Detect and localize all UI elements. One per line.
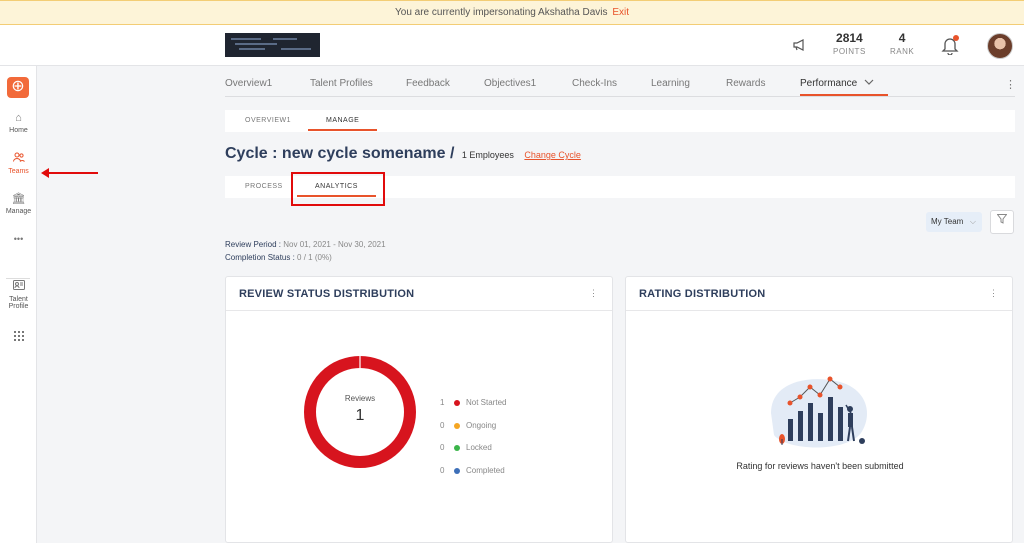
more-icon: ••• — [13, 234, 24, 244]
impersonation-banner: You are currently impersonating Akshatha… — [0, 0, 1024, 25]
legend-label: Ongoing — [466, 421, 497, 430]
sidebar-item-apps[interactable] — [0, 331, 37, 347]
completion-status-label: Completion Status : — [225, 253, 295, 262]
review-period-label: Review Period : — [225, 240, 282, 249]
legend-dot — [454, 468, 460, 474]
rank-stat: 4 RANK — [890, 31, 914, 56]
add-button[interactable]: ⊕ — [7, 77, 29, 98]
impersonation-text: You are currently impersonating Akshatha… — [395, 7, 608, 18]
main-tabs: Overview1 Talent Profiles Feedback Objec… — [225, 66, 1016, 97]
exit-impersonation-link[interactable]: Exit — [612, 7, 629, 18]
tab-talent-profiles[interactable]: Talent Profiles — [310, 78, 373, 89]
review-status-card: REVIEW STATUS DISTRIBUTION ⋮ Reviews 1 1… — [225, 276, 613, 543]
filter-icon — [996, 214, 1008, 224]
users-icon — [0, 152, 37, 165]
notification-dot — [953, 35, 959, 41]
sidebar-item-home[interactable]: ⌂ Home — [0, 112, 37, 134]
chevron-down-icon — [864, 79, 874, 85]
review-period: Review Period : Nov 01, 2021 - Nov 30, 2… — [225, 240, 386, 249]
points-value: 2814 — [836, 31, 863, 45]
tab-feedback[interactable]: Feedback — [406, 78, 450, 89]
tab-performance-label: Performance — [800, 78, 858, 89]
sidebar-item-talent-profile[interactable]: Talent Profile — [0, 280, 37, 310]
donut-center-value: 1 — [355, 407, 365, 424]
empty-state-illustration — [766, 373, 876, 453]
top-bar: 2814 POINTS 4 RANK — [0, 25, 1024, 66]
id-card-icon — [0, 280, 37, 293]
review-status-title: REVIEW STATUS DISTRIBUTION — [226, 277, 612, 311]
points-label: POINTS — [833, 47, 866, 56]
grid-icon — [0, 331, 37, 344]
annotation-highlight-box — [291, 172, 385, 206]
cycle-title: Cycle : new cycle somename / — [225, 145, 455, 162]
legend-label: Locked — [466, 443, 492, 452]
team-select[interactable]: My Team ⌵ — [926, 212, 982, 232]
legend-item-locked: 0 Locked — [440, 443, 580, 455]
card-menu-icon[interactable]: ⋮ — [589, 288, 598, 299]
team-select-value: My Team — [931, 217, 964, 226]
sidebar-item-label: Talent Profile — [8, 296, 29, 310]
legend-count: 0 — [440, 466, 445, 475]
rating-empty-message: Rating for reviews haven't been submitte… — [736, 461, 904, 471]
legend-item-not-started: 1 Not Started — [440, 398, 580, 410]
view-subtabs: OVERVIEW1 MANAGE — [225, 110, 1015, 132]
company-logo[interactable] — [225, 33, 320, 57]
home-icon: ⌂ — [15, 112, 22, 124]
legend-count: 0 — [440, 421, 445, 430]
sidebar: ⊕ ⌂ Home Teams 🏛 Manage ••• Talent Profi… — [0, 66, 37, 543]
legend-count: 0 — [440, 443, 445, 452]
tab-learning[interactable]: Learning — [651, 78, 690, 89]
rank-label: RANK — [890, 47, 915, 56]
subtab-overview1[interactable]: OVERVIEW1 — [245, 117, 291, 124]
sidebar-item-more[interactable]: ••• — [0, 234, 37, 244]
sidebar-item-label: Home — [9, 127, 28, 134]
legend-item-ongoing: 0 Ongoing — [440, 421, 580, 433]
plus-icon: ⊕ — [11, 78, 25, 95]
donut-center-label: Reviews — [344, 394, 376, 403]
announcement-icon[interactable] — [792, 38, 806, 55]
tab-performance[interactable]: Performance — [800, 78, 889, 96]
tab-rewards[interactable]: Rewards — [726, 78, 765, 89]
card-menu-icon[interactable]: ⋮ — [989, 288, 998, 299]
review-donut-chart: Reviews 1 — [302, 354, 418, 470]
sidebar-item-label: Teams — [8, 168, 29, 175]
legend-count: 1 — [440, 398, 445, 407]
tab-process[interactable]: PROCESS — [245, 183, 283, 190]
sidebar-item-label: Manage — [5, 208, 32, 215]
completion-status-value: 0 / 1 (0%) — [297, 253, 332, 262]
filter-button[interactable] — [990, 210, 1014, 234]
rank-value: 4 — [898, 31, 906, 45]
sidebar-item-manage[interactable]: 🏛 Manage — [0, 192, 37, 215]
legend-label: Not Started — [466, 398, 507, 407]
sidebar-item-teams[interactable]: Teams — [0, 152, 37, 175]
employee-count: 1 Employees — [461, 150, 514, 160]
donut-center: Reviews 1 — [302, 394, 418, 425]
tab-objectives1[interactable]: Objectives1 — [484, 78, 536, 89]
user-avatar[interactable] — [987, 33, 1013, 59]
legend-item-completed: 0 Completed — [440, 466, 580, 478]
points-stat: 2814 POINTS — [833, 31, 866, 56]
tabs-more-icon[interactable]: ⋮ — [1005, 78, 1016, 91]
change-cycle-link[interactable]: Change Cycle — [524, 150, 581, 160]
tab-overview1[interactable]: Overview1 — [225, 78, 272, 89]
legend-dot — [454, 400, 460, 406]
notification-bell-icon[interactable] — [941, 35, 961, 56]
chevron-down-icon: ⌵ — [969, 217, 976, 226]
cycle-heading: Cycle : new cycle somename / 1 Employees… — [225, 145, 581, 163]
completion-status: Completion Status : 0 / 1 (0%) — [225, 253, 332, 262]
legend-dot — [454, 445, 460, 451]
rating-distribution-title: RATING DISTRIBUTION — [626, 277, 1012, 311]
bank-icon: 🏛 — [11, 193, 26, 205]
legend-label: Completed — [466, 466, 505, 475]
tab-check-ins[interactable]: Check-Ins — [572, 78, 617, 89]
annotation-arrow — [41, 168, 98, 178]
subtab-manage[interactable]: MANAGE — [307, 117, 378, 131]
legend-dot — [454, 423, 460, 429]
rating-distribution-card: RATING DISTRIBUTION ⋮ Rating for reviews… — [625, 276, 1013, 543]
review-period-value: Nov 01, 2021 - Nov 30, 2021 — [283, 240, 386, 249]
sidebar-divider — [6, 278, 30, 279]
